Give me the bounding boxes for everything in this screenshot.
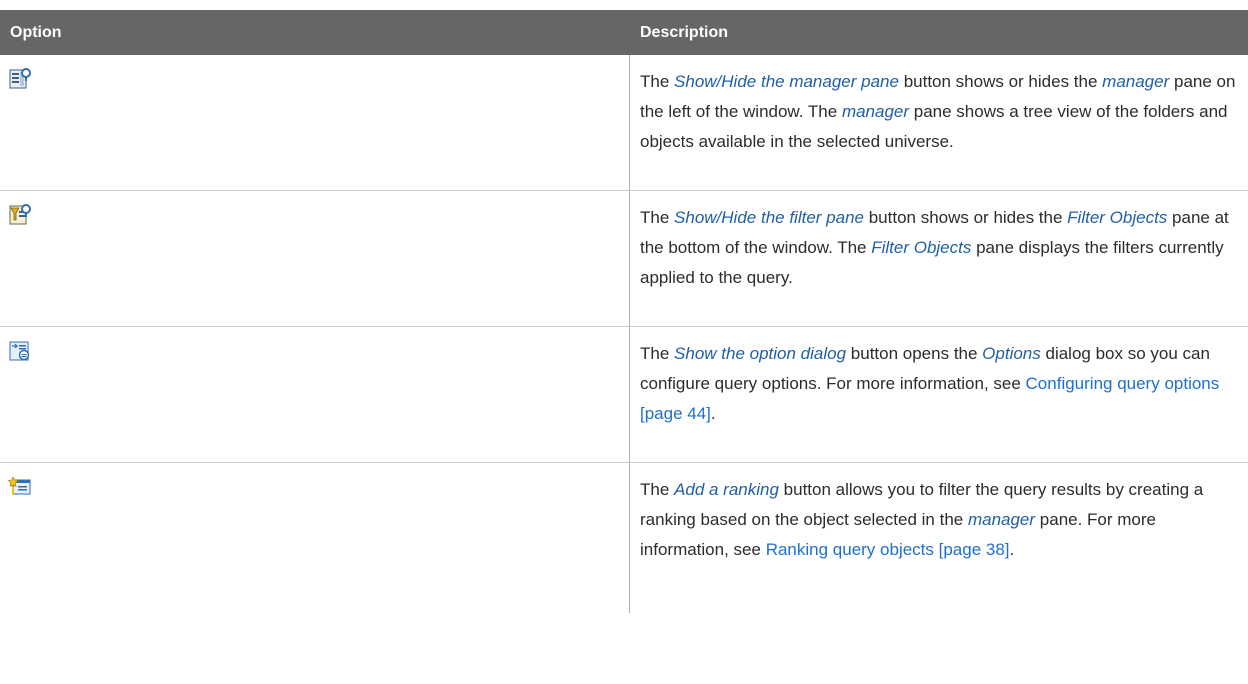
desc-text: . [710,404,716,423]
ranking-query-objects-link[interactable]: Ranking query objects [page 38] [766,540,1010,559]
desc-text: button opens the [846,344,983,363]
table-row: The Add a ranking button allows you to f… [0,463,1248,613]
description-cell: The Show/Hide the manager pane button sh… [630,55,1248,190]
description-cell: The Add a ranking button allows you to f… [630,463,1248,613]
show-hide-filter-pane-icon[interactable] [8,203,32,227]
column-header-description: Description [640,23,729,41]
desc-term: manager [1102,72,1170,91]
desc-term: Add a ranking [674,480,779,499]
column-header-option: Option [10,23,62,41]
show-option-dialog-icon[interactable] [8,339,32,363]
table-row: The Show/Hide the filter pane button sho… [0,191,1248,327]
desc-term: Filter Objects [871,238,972,257]
desc-text: The [640,72,675,91]
desc-text: button shows or hides the [898,72,1103,91]
desc-text: The [640,208,675,227]
options-table: Option Description The Show/Hide the man… [0,10,1248,613]
description-cell: The Show/Hide the filter pane button sho… [630,191,1248,326]
option-cell [0,191,630,326]
desc-term: Show the option dialog [674,344,847,363]
show-hide-manager-pane-icon[interactable] [8,67,32,91]
desc-term: Filter Objects [1067,208,1168,227]
add-ranking-icon[interactable] [8,475,32,499]
desc-text: The [640,344,675,363]
desc-term: manager [841,102,910,121]
table-row: The Show the option dialog button opens … [0,327,1248,463]
option-cell [0,463,630,613]
description-cell: The Show the option dialog button opens … [630,327,1248,462]
option-cell [0,327,630,462]
option-cell [0,55,630,190]
desc-term: Options [982,344,1041,363]
table-header: Option Description [0,10,1248,55]
table-row: The Show/Hide the manager pane button sh… [0,55,1248,191]
desc-text: . [1009,540,1015,559]
desc-term: Show/Hide the filter pane [674,208,864,227]
desc-text: button shows or hides the [863,208,1068,227]
desc-term: Show/Hide the manager pane [674,72,899,91]
desc-text: The [640,480,675,499]
desc-term: manager [967,510,1036,529]
